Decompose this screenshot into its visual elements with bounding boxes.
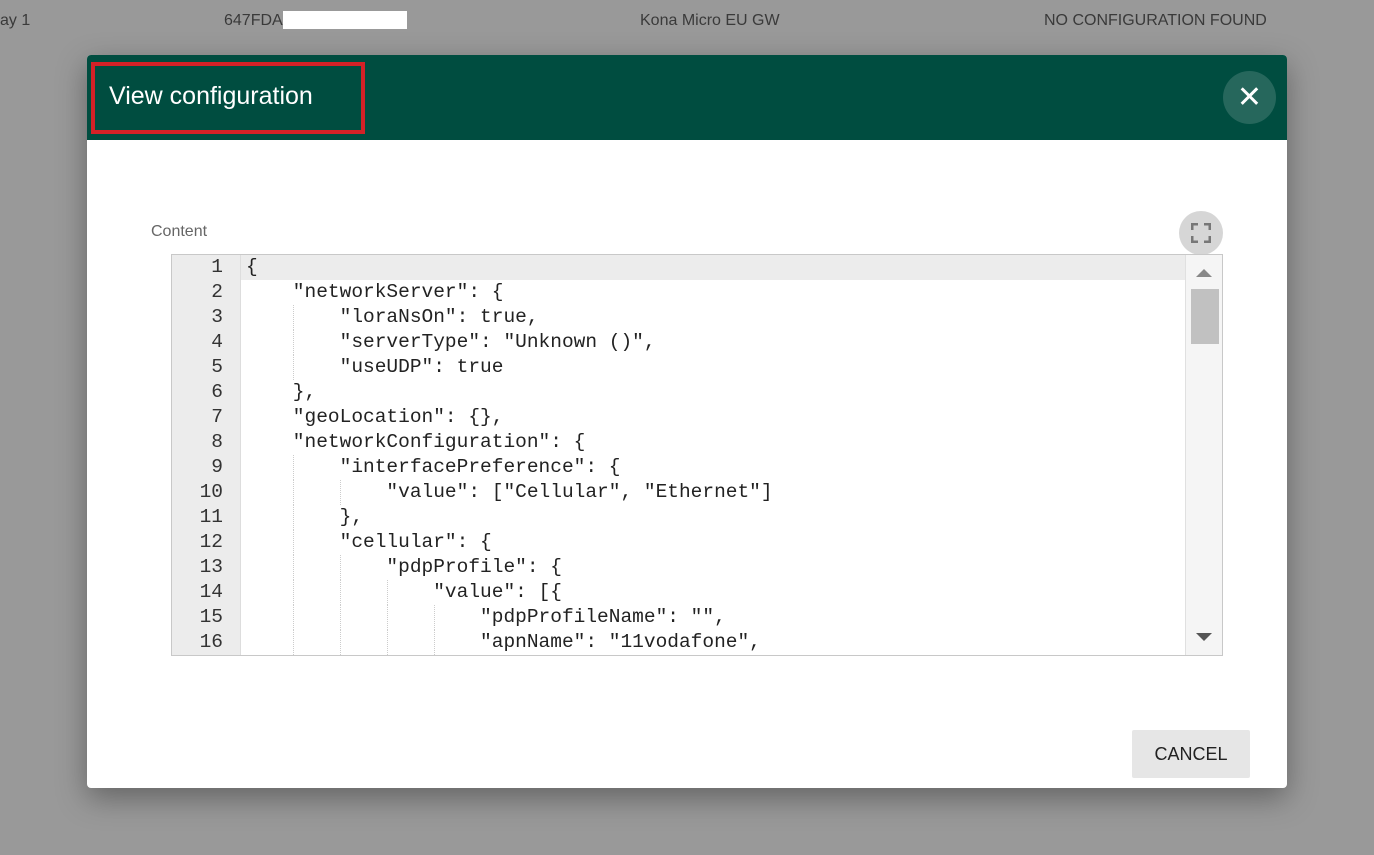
indent-guide bbox=[293, 580, 294, 605]
line-number: 9 bbox=[211, 456, 223, 478]
line-number: 4 bbox=[211, 331, 223, 353]
indent-guide bbox=[434, 630, 435, 655]
dialog-title: View configuration bbox=[109, 82, 313, 110]
line-number: 13 bbox=[199, 556, 223, 578]
dialog-header: View configuration ✕ bbox=[87, 55, 1287, 140]
close-icon: ✕ bbox=[1236, 81, 1263, 114]
scroll-down-icon[interactable] bbox=[1196, 633, 1212, 641]
line-number: 7 bbox=[211, 406, 223, 428]
code-line: "cellular": { bbox=[246, 530, 492, 555]
code-line: "useUDP": true bbox=[246, 355, 504, 380]
indent-guide bbox=[340, 555, 341, 580]
line-number: 2 bbox=[211, 281, 223, 303]
bg-gateway-status: NO CONFIGURATION FOUND bbox=[1044, 12, 1267, 29]
code-line: "interfacePreference": { bbox=[246, 455, 621, 480]
redaction bbox=[283, 11, 407, 29]
indent-guide bbox=[387, 630, 388, 655]
line-number: 5 bbox=[211, 356, 223, 378]
line-number: 14 bbox=[199, 581, 223, 603]
view-configuration-dialog: View configuration ✕ Content 1 2 3 4 5 6 7 8 9 10… bbox=[87, 55, 1287, 788]
line-number: 15 bbox=[199, 606, 223, 628]
indent-guide bbox=[293, 555, 294, 580]
code-line: "serverType": "Unknown ()", bbox=[246, 330, 656, 355]
line-number: 3 bbox=[211, 306, 223, 328]
content-label: Content bbox=[151, 223, 208, 240]
indent-guide bbox=[387, 580, 388, 605]
indent-guide bbox=[340, 480, 341, 505]
bg-gateway-name: ay 1 bbox=[0, 12, 31, 29]
code-line: "pdpProfile": { bbox=[246, 555, 562, 580]
line-number: 8 bbox=[211, 431, 223, 453]
line-number: 16 bbox=[199, 631, 223, 653]
indent-guide bbox=[340, 605, 341, 630]
code-line: }, bbox=[246, 505, 364, 530]
cancel-button[interactable]: CANCEL bbox=[1132, 730, 1250, 778]
code-line: "value": [{ bbox=[246, 580, 562, 605]
indent-guide bbox=[340, 580, 341, 605]
fullscreen-button[interactable] bbox=[1179, 211, 1223, 255]
code-line: { bbox=[241, 255, 1186, 280]
indent-guide bbox=[293, 355, 294, 380]
scroll-up-icon[interactable] bbox=[1196, 269, 1212, 277]
indent-guide bbox=[293, 605, 294, 630]
indent-guide bbox=[340, 630, 341, 655]
code-line: "value": ["Cellular", "Ethernet"] bbox=[246, 480, 773, 505]
line-number: 12 bbox=[199, 531, 223, 553]
line-number: 10 bbox=[199, 481, 223, 503]
bg-gateway-id: 647FDA bbox=[224, 12, 283, 29]
indent-guide bbox=[434, 605, 435, 630]
indent-guide bbox=[293, 305, 294, 330]
code-line: "networkConfiguration": { bbox=[246, 431, 586, 453]
code-line: "apnName": "11vodafone", bbox=[246, 630, 761, 655]
code-line: }, bbox=[246, 381, 317, 403]
code-content[interactable]: { "networkServer": { "loraNsOn": true, "… bbox=[241, 255, 1186, 655]
indent-guide bbox=[293, 505, 294, 530]
line-number: 1 bbox=[211, 256, 223, 278]
fullscreen-icon bbox=[1191, 223, 1211, 243]
editor-scrollbar[interactable] bbox=[1185, 255, 1222, 655]
code-line: "loraNsOn": true, bbox=[246, 305, 539, 330]
scrollbar-thumb[interactable] bbox=[1191, 289, 1219, 344]
indent-guide bbox=[293, 455, 294, 480]
line-number: 11 bbox=[199, 506, 223, 528]
code-line: "pdpProfileName": "", bbox=[246, 605, 726, 630]
indent-guide bbox=[293, 480, 294, 505]
code-line: "geoLocation": {}, bbox=[246, 406, 504, 428]
indent-guide bbox=[293, 530, 294, 555]
indent-guide bbox=[293, 330, 294, 355]
close-button[interactable]: ✕ bbox=[1223, 71, 1276, 124]
line-number: 6 bbox=[211, 381, 223, 403]
bg-gateway-model: Kona Micro EU GW bbox=[640, 12, 780, 29]
code-line: "networkServer": { bbox=[246, 281, 504, 303]
indent-guide bbox=[293, 630, 294, 655]
code-editor[interactable]: 1 2 3 4 5 6 7 8 9 10 11 12 13 14 15 16 { "networkServer… bbox=[171, 254, 1223, 656]
line-number-gutter: 1 2 3 4 5 6 7 8 9 10 11 12 13 14 15 16 bbox=[172, 255, 241, 655]
indent-guide bbox=[387, 605, 388, 630]
